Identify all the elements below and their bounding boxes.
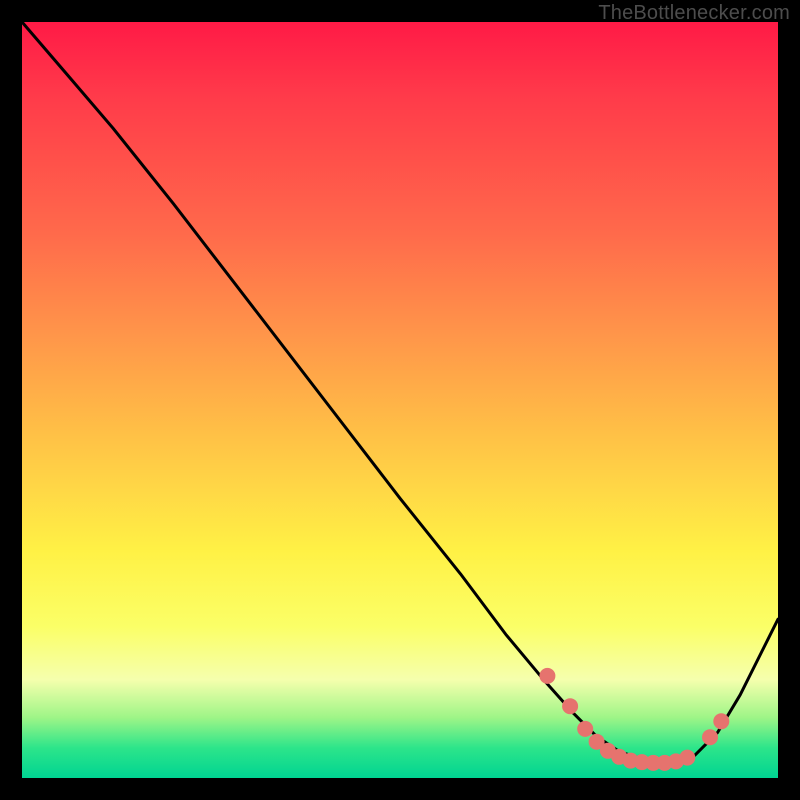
chart-frame: TheBottlenecker.com	[0, 0, 800, 800]
plot-area	[22, 22, 778, 778]
curve-marker	[679, 750, 695, 766]
curve-marker	[562, 698, 578, 714]
attribution-label: TheBottlenecker.com	[598, 2, 790, 25]
curve-marker	[713, 713, 729, 729]
curve-marker	[577, 721, 593, 737]
marker-group	[539, 668, 729, 771]
bottleneck-curve	[22, 22, 778, 763]
chart-svg	[22, 22, 778, 778]
curve-marker	[702, 729, 718, 745]
curve-marker	[539, 668, 555, 684]
